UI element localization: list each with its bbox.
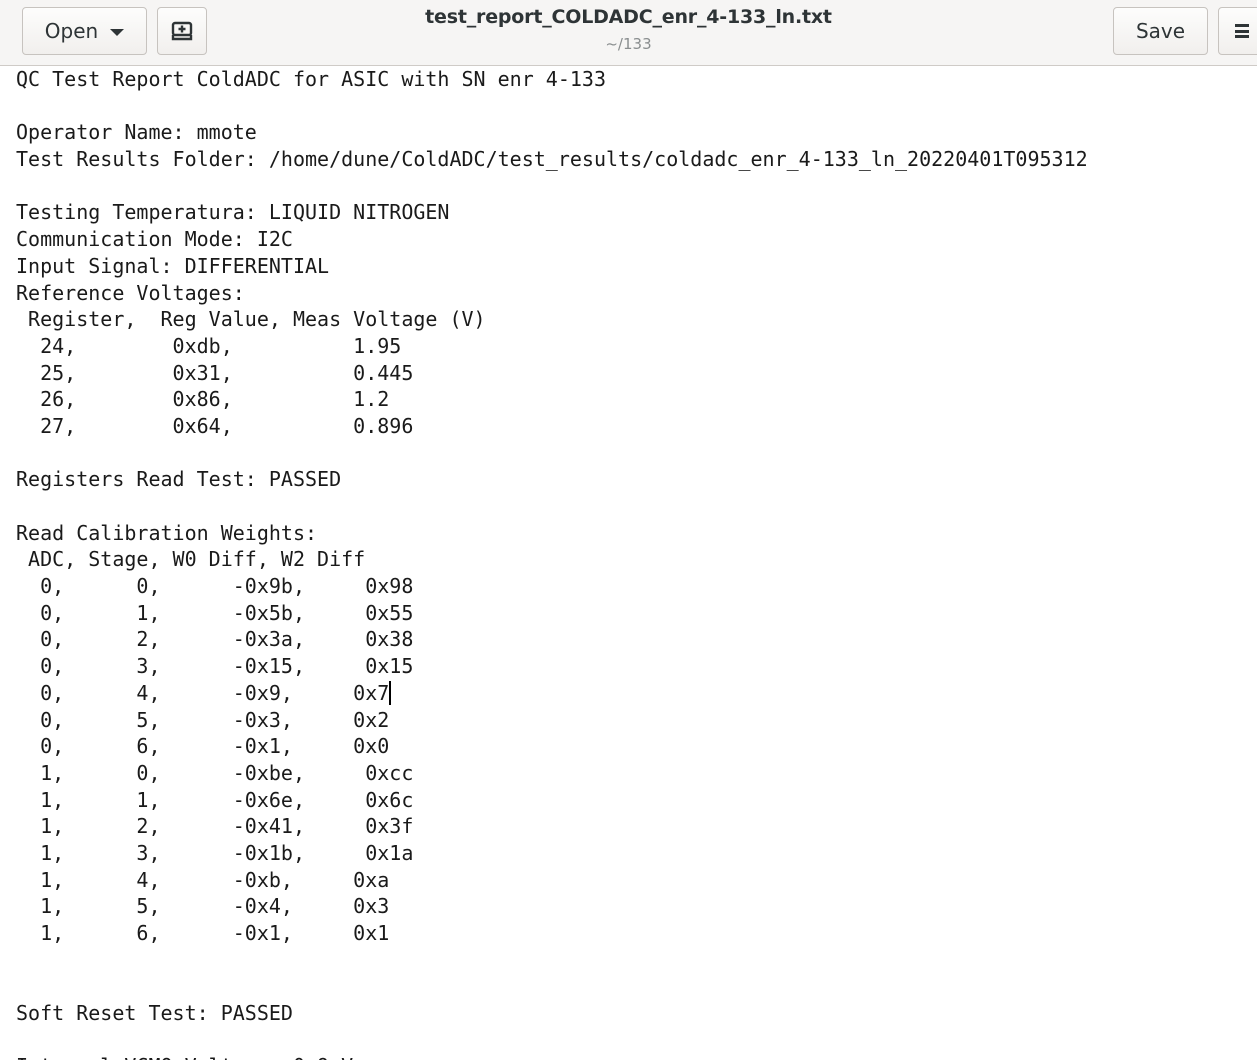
text-line: 0, 5, -0x3, 0x2 bbox=[16, 707, 390, 732]
text-line: 0, 2, -0x3a, 0x38 bbox=[16, 627, 414, 652]
text-line: Register, Reg Value, Meas Voltage (V) bbox=[16, 307, 486, 332]
text-line: 0, 3, -0x15, 0x15 bbox=[16, 654, 414, 679]
text-line: 26, 0x86, 1.2 bbox=[16, 387, 390, 412]
text-line: 1, 1, -0x6e, 0x6c bbox=[16, 787, 414, 812]
text-line: 1, 6, -0x1, 0x1 bbox=[16, 921, 390, 945]
text-line: 1, 4, -0xb, 0xa bbox=[16, 867, 390, 892]
text-line: Test Results Folder: /home/dune/ColdADC/… bbox=[16, 147, 1088, 172]
text-line: 24, 0xdb, 1.95 bbox=[16, 333, 402, 358]
text-editor[interactable]: QC Test Report ColdADC for ASIC with SN … bbox=[16, 66, 1257, 1060]
text-line: Internal VCMO Voltage: 0.9 V bbox=[16, 1053, 1257, 1060]
hamburger-menu-icon bbox=[1235, 24, 1249, 38]
text-line: Read Calibration Weights: bbox=[16, 520, 318, 545]
save-button-label: Save bbox=[1135, 19, 1186, 43]
text-line bbox=[16, 93, 1257, 120]
text-line: Operator Name: mmote bbox=[16, 120, 257, 145]
window-title: test_report_COLDADC_enr_4-133_ln.txt bbox=[425, 6, 832, 28]
text-line bbox=[16, 493, 1257, 520]
text-line: 27, 0x64, 0.896 bbox=[16, 413, 414, 438]
text-line: QC Test Report ColdADC for ASIC with SN … bbox=[16, 67, 607, 91]
menu-button[interactable] bbox=[1218, 7, 1257, 55]
text-line: Testing Temperatura: LIQUID NITROGEN bbox=[16, 200, 450, 225]
header-bar: Open test_report_COLDADC_enr_4-133_ln.tx… bbox=[0, 0, 1257, 66]
text-line bbox=[16, 947, 1257, 974]
text-line: Communication Mode: I2C bbox=[16, 227, 293, 252]
text-line: 1, 2, -0x41, 0x3f bbox=[16, 814, 414, 839]
text-line: 0, 6, -0x1, 0x0 bbox=[16, 734, 390, 759]
text-line: 1, 0, -0xbe, 0xcc bbox=[16, 760, 414, 785]
text-line bbox=[16, 973, 1257, 1000]
text-line bbox=[16, 173, 1257, 200]
text-line: Registers Read Test: PASSED bbox=[16, 467, 342, 492]
save-button[interactable]: Save bbox=[1113, 7, 1208, 55]
text-line: ADC, Stage, W0 Diff, W2 Diff bbox=[16, 547, 366, 572]
text-line: 1, 5, -0x4, 0x3 bbox=[16, 894, 390, 919]
text-line: Input Signal: DIFFERENTIAL bbox=[16, 253, 330, 278]
window-subtitle: ~/133 bbox=[605, 35, 652, 53]
text-line: Reference Voltages: bbox=[16, 280, 245, 305]
text-line: 0, 0, -0x9b, 0x98 bbox=[16, 574, 414, 599]
text-line: 1, 3, -0x1b, 0x1a bbox=[16, 840, 414, 865]
text-line bbox=[16, 440, 1257, 467]
text-line: 0, 1, -0x5b, 0x55 bbox=[16, 600, 414, 625]
text-cursor bbox=[389, 680, 391, 705]
text-line: 0, 4, -0x9, 0x7 bbox=[16, 680, 391, 705]
text-line: 25, 0x31, 0.445 bbox=[16, 360, 414, 385]
text-line: Soft Reset Test: PASSED bbox=[16, 1001, 293, 1026]
text-line bbox=[16, 1027, 1257, 1054]
